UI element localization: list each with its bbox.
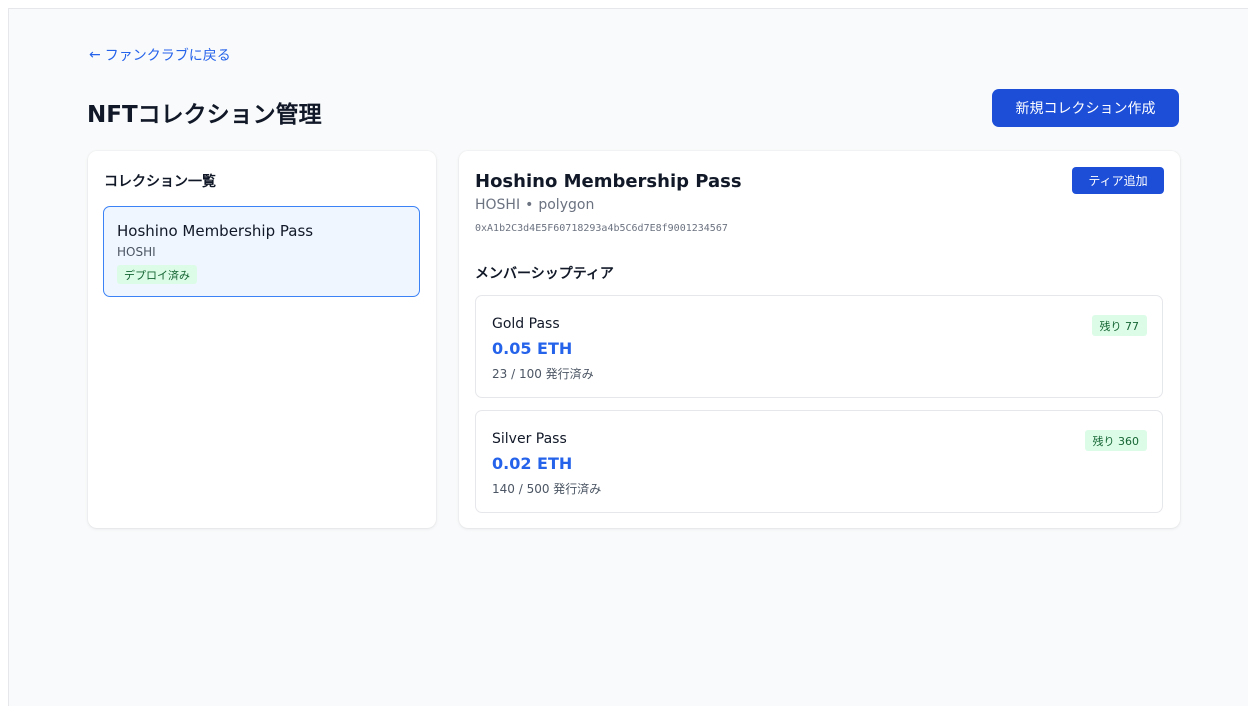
- back-link-label: ファンクラブに戻る: [104, 48, 231, 64]
- page-title: NFTコレクション管理: [87, 102, 322, 128]
- collection-item-symbol: HOSHI: [117, 245, 156, 259]
- tier-minted-count: 140 / 500 発行済み: [492, 482, 602, 496]
- collection-list-panel: コレクション一覧 Hoshino Membership Pass HOSHI デ…: [88, 151, 436, 528]
- tiers-section-title: メンバーシップティア: [475, 266, 614, 282]
- tier-card-gold: Gold Pass 0.05 ETH 23 / 100 発行済み 残り 77: [475, 295, 1163, 398]
- collection-network: polygon: [538, 197, 595, 213]
- tier-remaining-badge: 残り 77: [1091, 315, 1147, 336]
- collection-symbol: HOSHI: [475, 197, 521, 213]
- collection-item-name: Hoshino Membership Pass: [117, 222, 314, 240]
- tier-price: 0.02 ETH: [492, 454, 573, 473]
- collection-detail-name: Hoshino Membership Pass: [475, 171, 742, 192]
- deployed-status-badge: デプロイ済み: [117, 265, 197, 284]
- tier-name: Silver Pass: [492, 431, 567, 447]
- collection-item[interactable]: Hoshino Membership Pass HOSHI デプロイ済み: [103, 206, 420, 297]
- add-tier-button[interactable]: ティア追加: [1072, 167, 1164, 194]
- collection-list-title: コレクション一覧: [104, 174, 216, 190]
- collection-detail-panel: Hoshino Membership Pass ティア追加 HOSHI • po…: [459, 151, 1180, 528]
- app-frame: ← ファンクラブに戻る NFTコレクション管理 新規コレクション作成 コレクショ…: [8, 8, 1248, 706]
- collection-meta: HOSHI • polygon: [475, 197, 594, 213]
- new-collection-button[interactable]: 新規コレクション作成: [992, 89, 1179, 127]
- tier-price: 0.05 ETH: [492, 339, 573, 358]
- arrow-left-icon: ←: [89, 47, 101, 63]
- contract-address: 0xA1b2C3d4E5F60718293a4b5C6d7E8f90012345…: [475, 223, 728, 234]
- meta-separator: •: [525, 197, 534, 213]
- back-to-fanclub-link[interactable]: ← ファンクラブに戻る: [89, 45, 231, 65]
- tier-card-silver: Silver Pass 0.02 ETH 140 / 500 発行済み 残り 3…: [475, 410, 1163, 513]
- tier-name: Gold Pass: [492, 316, 560, 332]
- tier-minted-count: 23 / 100 発行済み: [492, 367, 594, 381]
- tier-remaining-badge: 残り 360: [1084, 430, 1147, 451]
